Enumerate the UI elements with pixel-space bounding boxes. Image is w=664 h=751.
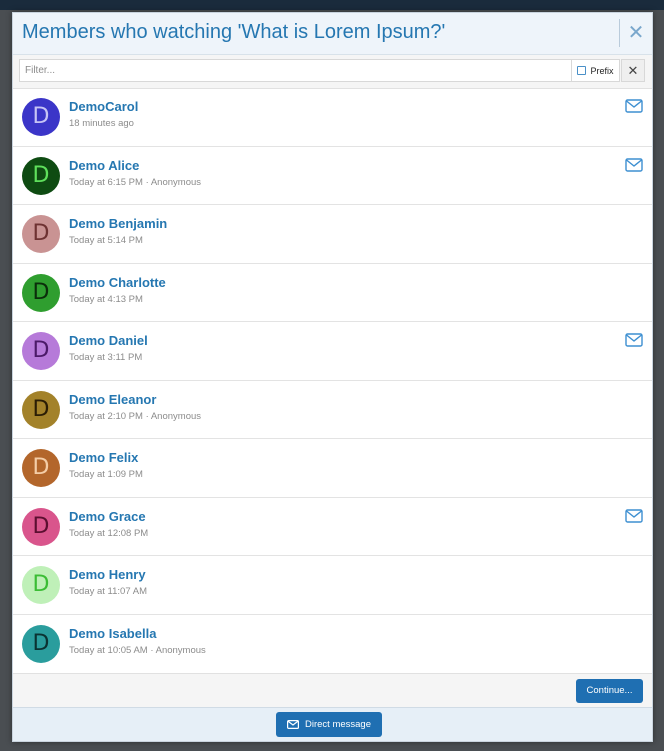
filter-input[interactable] [19, 59, 572, 82]
members-watching-dialog: Members who watching 'What is Lorem Ipsu… [12, 12, 653, 742]
member-name-link[interactable]: Demo Felix [69, 450, 138, 465]
dialog-title: Members who watching 'What is Lorem Ipsu… [22, 21, 446, 43]
member-meta: Today at 3:11 PM [69, 352, 143, 363]
member-name-link[interactable]: DemoCarol [69, 99, 138, 114]
member-row: D Demo Isabella Today at 10:05 AM · Anonym… [13, 615, 652, 674]
member-meta: 18 minutes ago [69, 118, 134, 129]
prefix-label: Prefix [590, 65, 614, 76]
member-name-link[interactable]: Demo Benjamin [69, 216, 167, 231]
member-meta: Today at 11:07 AM [69, 586, 147, 597]
member-row: D Demo Charlotte Today at 4:13 PM [13, 264, 652, 322]
avatar[interactable]: D [22, 332, 60, 370]
envelope-icon [287, 720, 299, 729]
direct-message-button[interactable]: Direct message [276, 712, 382, 737]
checkbox-icon [577, 66, 587, 75]
close-icon[interactable]: ✕ [619, 19, 652, 47]
member-row: D Demo Benjamin Today at 5:14 PM [13, 205, 652, 264]
member-row: D Demo Grace Today at 12:08 PM [13, 498, 652, 556]
avatar[interactable]: D [22, 449, 60, 487]
clear-filter-button[interactable]: ✕ [621, 59, 645, 82]
dialog-footer: Continue... [13, 673, 652, 708]
page-backdrop [0, 0, 664, 10]
member-name-link[interactable]: Demo Eleanor [69, 392, 156, 407]
member-meta: Today at 10:05 AM · Anonymous [69, 644, 206, 656]
member-name-link[interactable]: Demo Henry [69, 567, 146, 582]
member-name-link[interactable]: Demo Grace [69, 509, 146, 524]
continue-button[interactable]: Continue... [576, 679, 643, 703]
member-row: D Demo Henry Today at 11:07 AM [13, 556, 652, 615]
member-meta: Today at 1:09 PM [69, 469, 143, 480]
member-row: D Demo Eleanor Today at 2:10 PM · Anonymou… [13, 381, 652, 439]
member-meta: Today at 6:15 PM · Anonymous [69, 176, 202, 188]
member-row: D Demo Alice Today at 6:15 PM · Anonymous [13, 147, 652, 205]
avatar[interactable]: D [22, 98, 60, 136]
member-meta: Today at 12:08 PM [69, 527, 149, 539]
member-row: D Demo Daniel Today at 3:11 PM [13, 322, 652, 381]
direct-message-label: Direct message [305, 719, 371, 730]
member-meta: Today at 2:10 PM · Anonymous [69, 410, 202, 422]
avatar[interactable]: D [22, 273, 60, 312]
member-name-link[interactable]: Demo Charlotte [69, 275, 166, 290]
envelope-icon[interactable] [625, 157, 643, 172]
envelope-icon[interactable] [625, 333, 643, 347]
member-name-link[interactable]: Demo Alice [69, 158, 139, 173]
avatar[interactable]: D [22, 566, 60, 604]
envelope-icon[interactable] [625, 508, 643, 523]
member-list: D DemoCarol 18 minutes ago D Demo Alice Today… [13, 88, 652, 673]
filter-bar: Prefix ✕ [13, 55, 652, 89]
member-meta: Today at 5:14 PM [69, 235, 143, 246]
prefix-checkbox[interactable]: Prefix [572, 59, 620, 82]
avatar[interactable]: D [22, 624, 60, 663]
member-name-link[interactable]: Demo Isabella [69, 626, 156, 641]
avatar[interactable]: D [22, 215, 60, 253]
member-row: D DemoCarol 18 minutes ago [13, 88, 652, 147]
avatar[interactable]: D [22, 156, 60, 195]
member-meta: Today at 4:13 PM [69, 293, 143, 305]
dialog-header: Members who watching 'What is Lorem Ipsu… [13, 13, 652, 55]
member-row: D Demo Felix Today at 1:09 PM [13, 439, 652, 498]
member-name-link[interactable]: Demo Daniel [69, 333, 148, 348]
avatar[interactable]: D [22, 507, 60, 546]
envelope-icon[interactable] [625, 99, 643, 113]
bottom-bar: Direct message [13, 707, 652, 741]
avatar[interactable]: D [22, 390, 60, 429]
